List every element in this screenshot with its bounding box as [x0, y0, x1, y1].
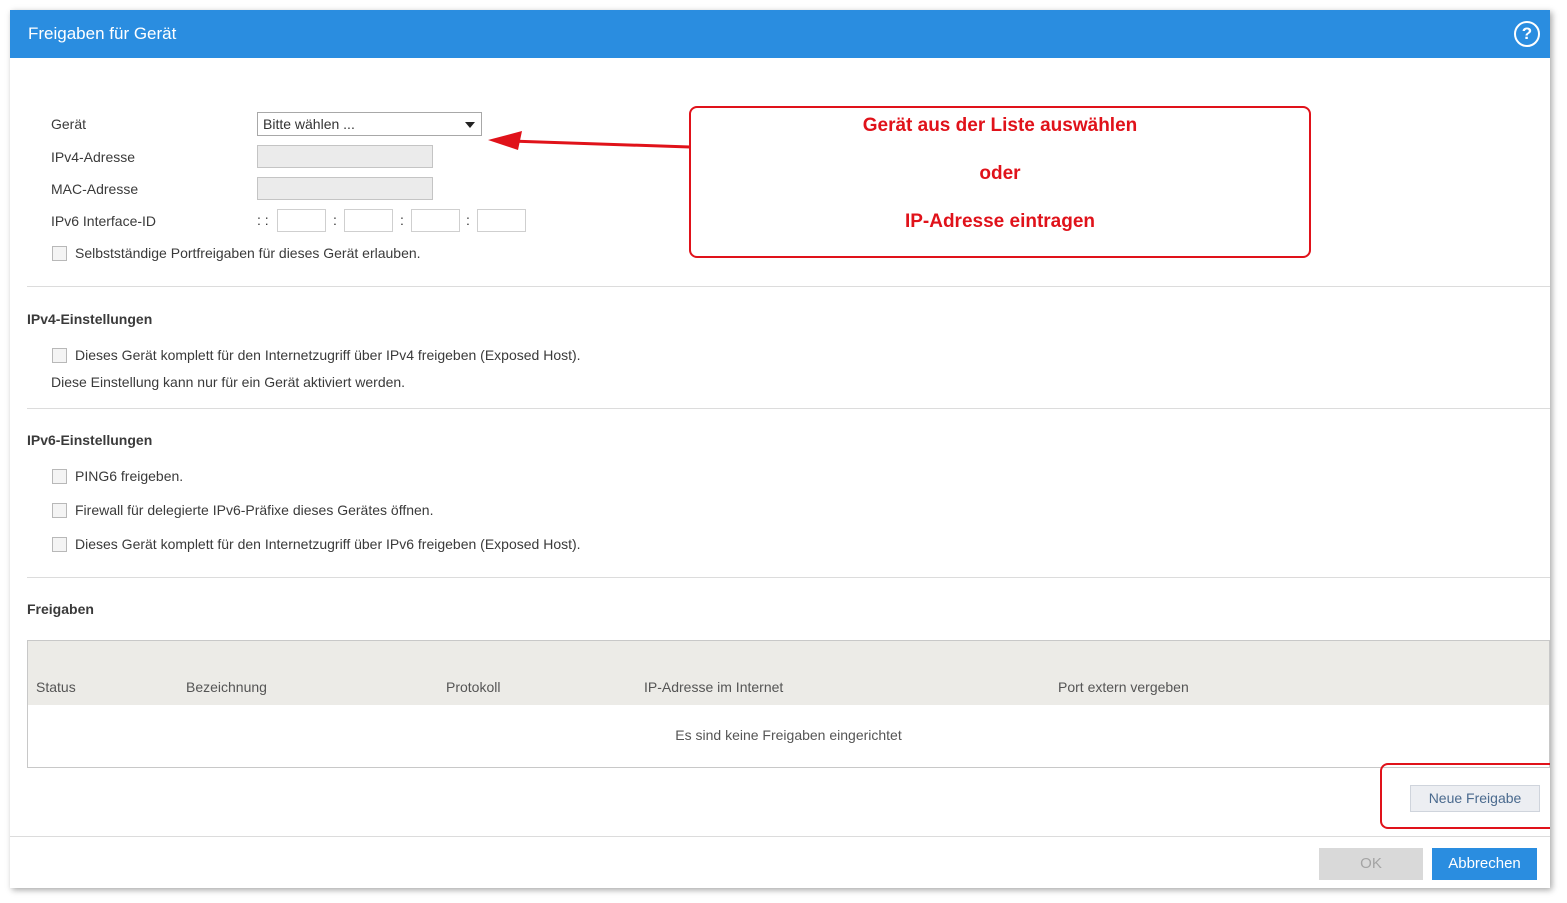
ipv6-interface-id-label: IPv6 Interface-ID — [51, 213, 157, 229]
section-divider — [27, 577, 1550, 578]
shares-table-header: Status Bezeichnung Protokoll IP-Adresse … — [28, 641, 1549, 705]
new-share-button[interactable]: Neue Freigabe — [1410, 785, 1540, 812]
ipv6-segment-3[interactable] — [411, 209, 460, 232]
dropdown-arrow-icon — [465, 122, 475, 128]
ipv6-segment-4[interactable] — [477, 209, 526, 232]
ipv6-separator: : — [400, 212, 404, 228]
ping6-label: PING6 freigeben. — [75, 468, 184, 484]
dialog-titlebar: Freigaben für Gerät ? — [10, 10, 1550, 58]
shares-empty-message: Es sind keine Freigaben eingerichtet — [675, 727, 902, 743]
dialog-title: Freigaben für Gerät — [28, 24, 177, 43]
ipv4-exposed-host-checkbox[interactable] — [52, 348, 67, 363]
shares-table: Status Bezeichnung Protokoll IP-Adresse … — [27, 640, 1550, 768]
section-divider — [27, 408, 1550, 409]
device-select[interactable]: Bitte wählen ... — [257, 112, 482, 136]
column-header-external-port[interactable]: Port extern vergeben — [1058, 679, 1189, 695]
ipv6-exposed-host-label: Dieses Gerät komplett für den Internetzu… — [75, 536, 581, 552]
annotation-line-1: Gerät aus der Liste auswählen — [862, 115, 1138, 136]
shares-title: Freigaben — [27, 601, 94, 617]
annotation-arrow-icon — [488, 131, 691, 150]
allow-portfwd-checkbox[interactable] — [52, 246, 67, 261]
ipv6-firewall-label: Firewall für delegierte IPv6-Präfixe die… — [75, 502, 434, 518]
help-icon[interactable]: ? — [1514, 21, 1540, 47]
port-sharing-dialog: Freigaben für Gerät ? Gerät Bitte wählen… — [10, 10, 1550, 888]
annotation-line-2: oder — [979, 163, 1021, 184]
allow-portfwd-label: Selbstständige Portfreigaben für dieses … — [75, 245, 421, 261]
footer-divider — [10, 836, 1550, 837]
ipv4-settings-title: IPv4-Einstellungen — [27, 311, 153, 327]
ipv6-settings-title: IPv6-Einstellungen — [27, 432, 153, 448]
ping6-checkbox[interactable] — [52, 469, 67, 484]
ipv4-address-label: IPv4-Adresse — [51, 149, 136, 165]
cancel-button[interactable]: Abbrechen — [1432, 848, 1537, 880]
mac-address-label: MAC-Adresse — [51, 181, 139, 197]
column-header-status[interactable]: Status — [36, 679, 76, 695]
ok-button[interactable]: OK — [1319, 848, 1423, 880]
column-header-protocol[interactable]: Protokoll — [446, 679, 500, 695]
device-select-value: Bitte wählen ... — [263, 116, 355, 132]
ipv6-separator: : — [466, 212, 470, 228]
annotation-callout: Gerät aus der Liste auswählen oder IP-Ad… — [689, 106, 1311, 258]
ipv6-segment-2[interactable] — [344, 209, 393, 232]
ipv6-firewall-checkbox[interactable] — [52, 503, 67, 518]
ipv6-separator: : — [333, 212, 337, 228]
ipv4-exposed-host-label: Dieses Gerät komplett für den Internetzu… — [75, 347, 581, 363]
ipv4-exposed-host-note: Diese Einstellung kann nur für ein Gerät… — [51, 374, 406, 390]
ipv6-exposed-host-checkbox[interactable] — [52, 537, 67, 552]
ipv6-segment-1[interactable] — [277, 209, 326, 232]
column-header-public-ip[interactable]: IP-Adresse im Internet — [644, 679, 783, 695]
section-divider — [27, 286, 1550, 287]
annotation-line-3: IP-Adresse eintragen — [904, 211, 1096, 232]
column-header-name[interactable]: Bezeichnung — [186, 679, 267, 695]
device-label: Gerät — [51, 116, 87, 132]
mac-address-input[interactable] — [257, 177, 433, 200]
ipv6-prefix: : : — [257, 212, 269, 228]
ipv4-address-input[interactable] — [257, 145, 433, 168]
